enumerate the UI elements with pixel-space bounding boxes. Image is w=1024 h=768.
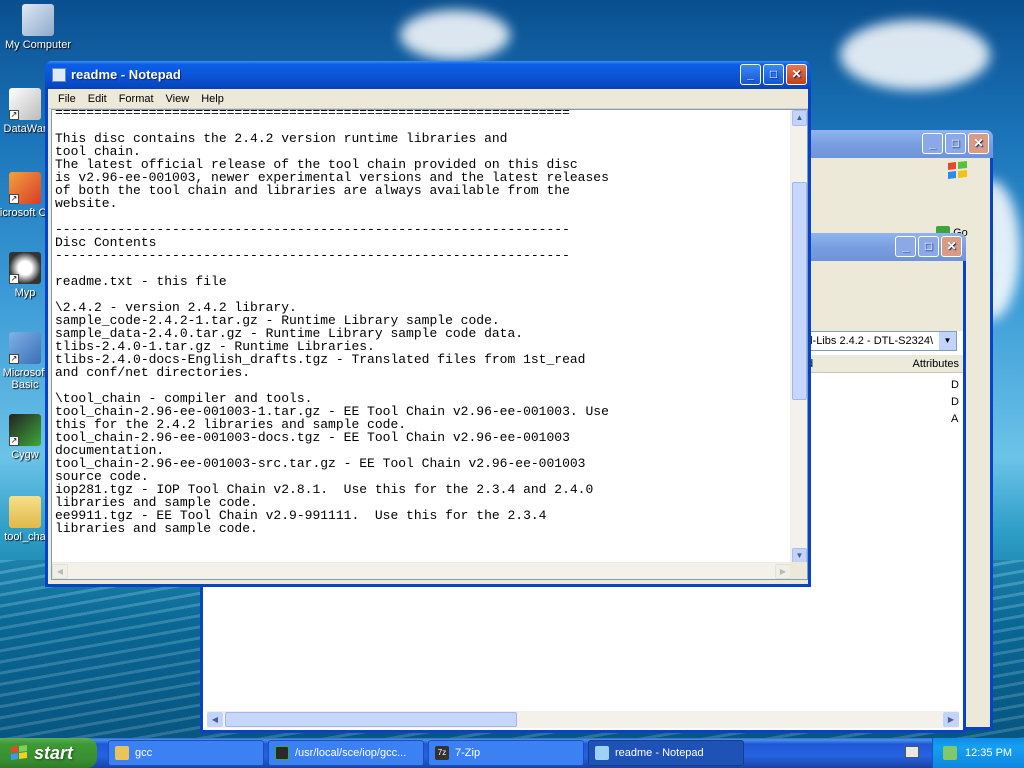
chevron-down-icon[interactable]: ▼ bbox=[939, 332, 956, 350]
maximize-button[interactable]: □ bbox=[918, 236, 939, 257]
title-bar[interactable]: readme - Notepad _ □ ✕ bbox=[45, 61, 811, 89]
shortcut-arrow-icon: ↗ bbox=[9, 436, 19, 446]
shortcut-arrow-icon: ↗ bbox=[9, 194, 19, 204]
notepad-icon bbox=[595, 746, 609, 760]
minimize-button[interactable]: _ bbox=[922, 133, 943, 154]
close-button[interactable]: ✕ bbox=[968, 133, 989, 154]
scroll-up-button[interactable]: ▲ bbox=[792, 110, 807, 126]
minimize-button[interactable]: _ bbox=[740, 64, 761, 85]
desktop-icon-label: Myp bbox=[14, 287, 36, 299]
scroll-thumb[interactable] bbox=[792, 182, 807, 400]
visual-basic-icon: ↗ bbox=[9, 332, 41, 364]
cloud bbox=[840, 20, 990, 90]
scroll-right-button[interactable]: ▶ bbox=[775, 564, 791, 579]
clock[interactable]: 12:35 PM bbox=[965, 738, 1012, 768]
notepad-icon bbox=[52, 68, 66, 82]
attributes-list: D D A bbox=[951, 377, 959, 428]
menu-help[interactable]: Help bbox=[195, 93, 230, 105]
menu-file[interactable]: File bbox=[52, 93, 82, 105]
scroll-left-button[interactable]: ◀ bbox=[52, 564, 68, 579]
windows-flag-icon bbox=[11, 745, 27, 760]
resize-grip[interactable] bbox=[790, 562, 807, 579]
taskbar-item-7zip[interactable]: 7z 7-Zip bbox=[428, 740, 584, 766]
window-controls: _ □ ✕ bbox=[740, 64, 807, 85]
taskbar-item-label: readme - Notepad bbox=[615, 747, 704, 759]
folder-icon bbox=[9, 496, 41, 528]
minimize-button[interactable]: _ bbox=[895, 236, 916, 257]
scroll-left-button[interactable]: ◀ bbox=[207, 712, 223, 727]
windows-logo-icon bbox=[946, 160, 986, 180]
window-title: readme - Notepad bbox=[71, 67, 181, 82]
document-text: ========================================… bbox=[55, 110, 609, 536]
start-label: start bbox=[34, 743, 74, 763]
desktop-icon-label: Microsoft Basic bbox=[2, 367, 48, 391]
taskbar-item-terminal[interactable]: /usr/local/sce/iop/gcc... bbox=[268, 740, 424, 766]
folder-icon bbox=[115, 746, 129, 760]
system-tray: 12:35 PM bbox=[932, 738, 1024, 768]
computer-icon bbox=[22, 4, 54, 36]
notepad-window[interactable]: readme - Notepad _ □ ✕ File Edit Format … bbox=[45, 61, 811, 587]
keyboard-icon[interactable] bbox=[905, 746, 919, 758]
vertical-scrollbar[interactable]: ▲ ▼ bbox=[790, 110, 807, 564]
shortcut-arrow-icon: ↗ bbox=[9, 274, 19, 284]
network-icon[interactable] bbox=[943, 746, 957, 760]
address-text: ol-Libs 2.4.2 - DTL-S2324\ bbox=[804, 335, 934, 347]
maximize-button[interactable]: □ bbox=[945, 133, 966, 154]
desktop-icon-label: tool_cha bbox=[4, 531, 46, 543]
horizontal-scrollbar[interactable]: ◀ ▶ bbox=[52, 562, 791, 579]
taskbar: start gcc /usr/local/sce/iop/gcc... 7z 7… bbox=[0, 738, 1024, 768]
start-button[interactable]: start bbox=[0, 738, 97, 768]
menu-bar: File Edit Format View Help bbox=[48, 89, 808, 109]
close-button[interactable]: ✕ bbox=[941, 236, 962, 257]
7zip-icon: 7z bbox=[435, 746, 449, 760]
address-box[interactable]: ol-Libs 2.4.2 - DTL-S2324\ ▼ bbox=[803, 331, 957, 351]
menu-edit[interactable]: Edit bbox=[82, 93, 113, 105]
terminal-icon bbox=[275, 746, 289, 760]
menu-format[interactable]: Format bbox=[113, 93, 160, 105]
window-controls: _ □ ✕ bbox=[895, 236, 962, 257]
taskbar-item-label: /usr/local/sce/iop/gcc... bbox=[295, 747, 407, 759]
desktop-icon-label: My Computer bbox=[4, 39, 72, 51]
app-icon: ↗ bbox=[9, 252, 41, 284]
close-button[interactable]: ✕ bbox=[786, 64, 807, 85]
cloud bbox=[400, 10, 510, 60]
desktop-icon-my-computer[interactable]: My Computer bbox=[0, 4, 76, 51]
attribute-value: D bbox=[951, 396, 959, 408]
taskbar-item-notepad[interactable]: readme - Notepad bbox=[588, 740, 744, 766]
horizontal-scrollbar[interactable]: ◀ ▶ bbox=[207, 711, 959, 728]
desktop-icon-label: Cygw bbox=[11, 449, 39, 461]
cygwin-icon: ↗ bbox=[9, 414, 41, 446]
column-header[interactable]: d bbox=[803, 355, 859, 373]
column-header-attributes[interactable]: Attributes bbox=[859, 355, 963, 373]
menu-view[interactable]: View bbox=[160, 93, 196, 105]
maximize-button[interactable]: □ bbox=[763, 64, 784, 85]
shortcut-arrow-icon: ↗ bbox=[9, 110, 19, 120]
text-area[interactable]: ========================================… bbox=[52, 110, 791, 564]
attribute-value: D bbox=[951, 379, 959, 391]
text-editor[interactable]: ========================================… bbox=[51, 109, 808, 580]
scroll-thumb[interactable] bbox=[225, 712, 517, 727]
shortcut-arrow-icon: ↗ bbox=[9, 354, 19, 364]
taskbar-item-gcc[interactable]: gcc bbox=[108, 740, 264, 766]
column-label: Attributes bbox=[912, 358, 959, 370]
desktop-icon-label: DataWar bbox=[3, 123, 47, 135]
taskbar-item-label: gcc bbox=[135, 747, 153, 759]
attribute-value: A bbox=[951, 413, 959, 425]
taskbar-item-label: 7-Zip bbox=[455, 747, 481, 759]
scroll-right-button[interactable]: ▶ bbox=[943, 712, 959, 727]
window-controls: _ □ ✕ bbox=[922, 133, 989, 154]
visual-cpp-icon: ↗ bbox=[9, 172, 41, 204]
shortcut-icon: ↗ bbox=[9, 88, 41, 120]
